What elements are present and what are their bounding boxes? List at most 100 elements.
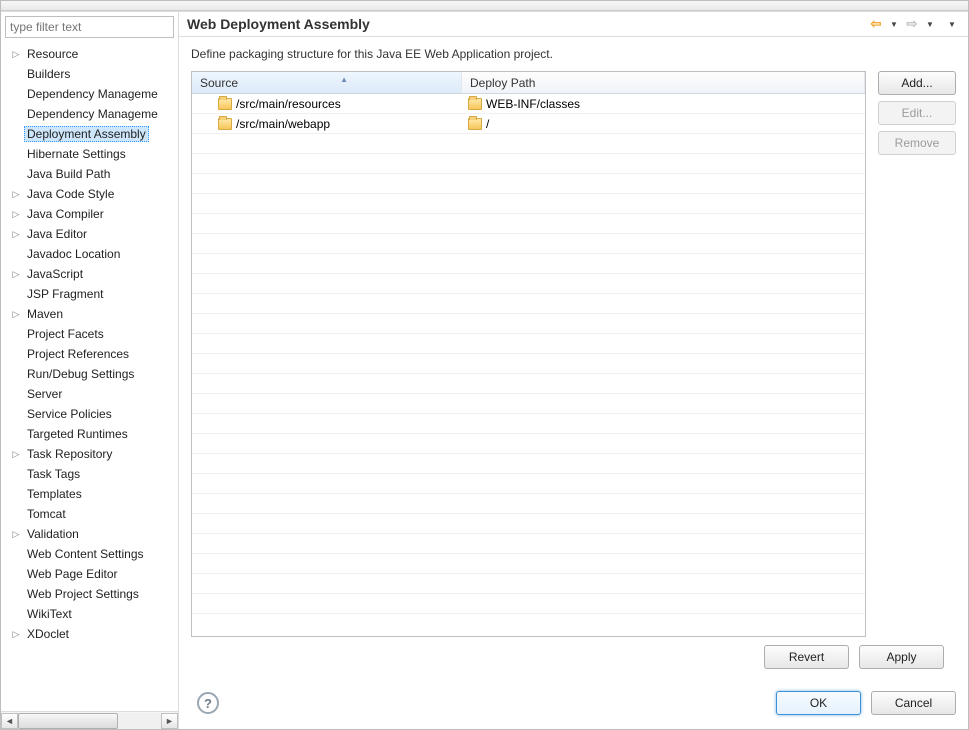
filter-input[interactable] [5,16,174,38]
sidebar-item[interactable]: Web Page Editor [5,564,178,584]
chevron-right-icon[interactable]: ▷ [9,307,23,321]
column-deploy[interactable]: Deploy Path [462,72,865,93]
table-row-empty[interactable] [192,574,865,594]
table-row-empty[interactable] [192,534,865,554]
sidebar-item[interactable]: ▷XDoclet [5,624,178,644]
chevron-right-icon[interactable]: ▷ [9,527,23,541]
sidebar-item[interactable]: Java Build Path [5,164,178,184]
table-row-empty[interactable] [192,274,865,294]
sidebar-item[interactable]: ▷Java Editor [5,224,178,244]
table-row-empty[interactable] [192,434,865,454]
column-deploy-label: Deploy Path [470,76,535,90]
apply-button[interactable]: Apply [859,645,944,669]
table-row-empty[interactable] [192,394,865,414]
chevron-right-icon[interactable]: ▷ [9,267,23,281]
sidebar-item[interactable]: ▷Maven [5,304,178,324]
remove-button: Remove [878,131,956,155]
sidebar-item-label: Task Repository [24,446,115,462]
menu-dropdown-icon[interactable]: ▼ [944,16,960,32]
sidebar-item[interactable]: ▷JavaScript [5,264,178,284]
forward-dropdown-icon[interactable]: ▼ [922,16,938,32]
sidebar-item[interactable]: Project References [5,344,178,364]
back-arrow-icon[interactable]: ⇦ [868,16,884,32]
sidebar-item[interactable]: Hibernate Settings [5,144,178,164]
scroll-left-arrow-icon[interactable]: ◄ [1,713,18,729]
table-row-empty[interactable] [192,514,865,534]
sidebar-item[interactable]: ▷Task Repository [5,444,178,464]
table-row[interactable]: /src/main/resourcesWEB-INF/classes [192,94,865,114]
table-row-empty[interactable] [192,154,865,174]
table-row-empty[interactable] [192,234,865,254]
add-button[interactable]: Add... [878,71,956,95]
sidebar-item[interactable]: Dependency Manageme [5,104,178,124]
ok-button[interactable]: OK [776,691,861,715]
sidebar-item[interactable]: Javadoc Location [5,244,178,264]
table-row-empty[interactable] [192,294,865,314]
sidebar-item[interactable]: Deployment Assembly [5,124,178,144]
scroll-thumb[interactable] [18,713,118,729]
sidebar-item[interactable]: Targeted Runtimes [5,424,178,444]
table-row-empty[interactable] [192,194,865,214]
sidebar-item[interactable]: Dependency Manageme [5,84,178,104]
table-row-empty[interactable] [192,594,865,614]
properties-dialog: ▷ResourceBuildersDependency ManagemeDepe… [0,0,969,730]
chevron-right-icon[interactable]: ▷ [9,227,23,241]
table-row-empty[interactable] [192,374,865,394]
sidebar-item-label: Resource [24,46,81,62]
sidebar-item[interactable]: Service Policies [5,404,178,424]
sidebar-item-label: Deployment Assembly [24,126,149,142]
sidebar-item[interactable]: Web Content Settings [5,544,178,564]
sidebar-item-label: XDoclet [24,626,72,642]
assembly-table[interactable]: Source ▲ Deploy Path /src/main/resources… [191,71,866,637]
sidebar-item[interactable]: WikiText [5,604,178,624]
sidebar-item-label: Project Facets [24,326,107,342]
forward-arrow-icon[interactable]: ⇨ [904,16,920,32]
back-dropdown-icon[interactable]: ▼ [886,16,902,32]
revert-button[interactable]: Revert [764,645,849,669]
chevron-right-icon[interactable]: ▷ [9,627,23,641]
sidebar-item[interactable]: Web Project Settings [5,584,178,604]
table-row-empty[interactable] [192,314,865,334]
table-row-empty[interactable] [192,554,865,574]
column-source[interactable]: Source ▲ [192,72,462,93]
table-row-empty[interactable] [192,454,865,474]
sidebar-item-label: JavaScript [24,266,86,282]
sidebar-item[interactable]: ▷Java Code Style [5,184,178,204]
sidebar-item[interactable]: ▷Resource [5,44,178,64]
sidebar-item-label: Web Project Settings [24,586,142,602]
sidebar-item[interactable]: Server [5,384,178,404]
sidebar-item[interactable]: Project Facets [5,324,178,344]
sidebar-item[interactable]: Task Tags [5,464,178,484]
chevron-right-icon[interactable]: ▷ [9,47,23,61]
cell-source: /src/main/webapp [192,117,462,131]
table-row-empty[interactable] [192,334,865,354]
revert-apply-row: Revert Apply [191,637,956,673]
sidebar-item[interactable]: Run/Debug Settings [5,364,178,384]
sidebar-item[interactable]: JSP Fragment [5,284,178,304]
sidebar-item[interactable]: ▷Validation [5,524,178,544]
table-row-empty[interactable] [192,214,865,234]
table-row-empty[interactable] [192,174,865,194]
sidebar-tree: ▷ResourceBuildersDependency ManagemeDepe… [1,42,178,711]
table-row-empty[interactable] [192,254,865,274]
cancel-button[interactable]: Cancel [871,691,956,715]
sidebar-item[interactable]: ▷Java Compiler [5,204,178,224]
table-row-empty[interactable] [192,354,865,374]
chevron-right-icon[interactable]: ▷ [9,207,23,221]
sidebar-item[interactable]: Builders [5,64,178,84]
sidebar-item-label: Javadoc Location [24,246,123,262]
table-row-empty[interactable] [192,494,865,514]
sidebar-item[interactable]: Tomcat [5,504,178,524]
sidebar-item[interactable]: Templates [5,484,178,504]
table-row-empty[interactable] [192,414,865,434]
help-icon[interactable]: ? [197,692,219,714]
table-row[interactable]: /src/main/webapp/ [192,114,865,134]
scroll-right-arrow-icon[interactable]: ► [161,713,178,729]
chevron-right-icon[interactable]: ▷ [9,447,23,461]
chevron-right-icon[interactable]: ▷ [9,187,23,201]
scroll-track[interactable] [18,713,161,729]
content-main: Define packaging structure for this Java… [179,37,968,683]
table-row-empty[interactable] [192,134,865,154]
table-row-empty[interactable] [192,474,865,494]
sidebar-horizontal-scrollbar[interactable]: ◄ ► [1,711,178,729]
